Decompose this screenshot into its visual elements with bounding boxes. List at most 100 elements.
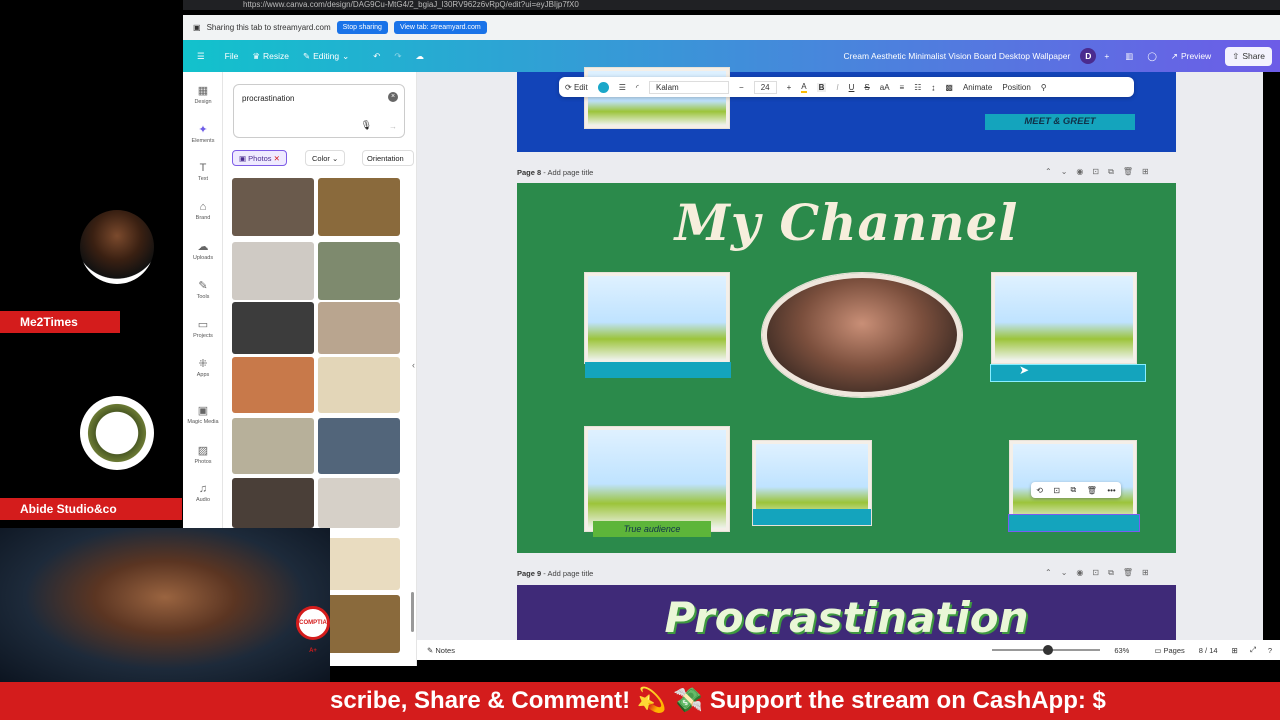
case-icon[interactable]: aA xyxy=(880,83,890,92)
font-select[interactable]: Kalam xyxy=(649,80,730,94)
collapse-panel-handle[interactable]: ‹ xyxy=(412,360,415,370)
rail-photos[interactable]: ▨ Photos xyxy=(183,444,223,465)
microphone-icon[interactable]: 🎙 xyxy=(361,120,372,131)
grid-view-icon[interactable]: ⊞ xyxy=(1232,646,1238,655)
font-size-input[interactable]: 24 xyxy=(753,80,777,94)
fullscreen-icon[interactable]: ⤢ xyxy=(1250,645,1256,655)
photo-thumbnail[interactable] xyxy=(318,538,400,590)
rail-brand[interactable]: ⌂ Brand xyxy=(183,201,223,221)
orientation-filter-chip[interactable]: Orientation xyxy=(362,150,414,166)
photo-thumbnail[interactable] xyxy=(232,178,314,236)
zoom-slider[interactable] xyxy=(992,645,1101,655)
chevron-up-icon[interactable]: ⌃ xyxy=(1045,167,1061,176)
delete-icon[interactable]: 🗑 xyxy=(1123,568,1142,577)
transparency-icon[interactable]: ▩ xyxy=(945,83,953,92)
photo-thumbnail[interactable] xyxy=(318,357,400,413)
photo-thumbnail[interactable] xyxy=(318,178,400,236)
strikethrough-icon[interactable]: S xyxy=(864,83,869,92)
clear-search-icon[interactable]: × xyxy=(388,92,398,102)
eye-icon[interactable]: ◉ xyxy=(1076,167,1092,176)
ribbon-banner-hover[interactable] xyxy=(990,364,1146,382)
rail-text[interactable]: T Text xyxy=(183,162,223,182)
align-icon[interactable]: ☰ xyxy=(619,83,626,92)
photo-thumbnail[interactable] xyxy=(232,418,314,474)
page-title-placeholder[interactable]: - Add page title xyxy=(543,168,593,177)
user-avatar[interactable]: D xyxy=(1080,48,1097,64)
rail-design[interactable]: ▦ Design xyxy=(183,84,223,105)
page-counter[interactable]: 8 / 14 xyxy=(1199,646,1218,655)
add-page-icon[interactable]: ⊞ xyxy=(1142,568,1158,577)
lock-icon[interactable]: ⊡ xyxy=(1092,568,1108,577)
photo-thumbnail[interactable] xyxy=(232,478,314,528)
insights-icon[interactable]: ▥ xyxy=(1125,51,1133,62)
image-frame[interactable] xyxy=(992,273,1136,363)
chevron-up-icon[interactable]: ⌃ xyxy=(1045,568,1061,577)
notes-button[interactable]: ✎ Notes xyxy=(427,646,455,655)
italic-icon[interactable]: I xyxy=(836,83,838,92)
duplicate-icon[interactable]: ⧉ xyxy=(1108,167,1123,176)
page-heading[interactable]: Procrastination xyxy=(517,593,1176,642)
true-audience-ribbon[interactable]: True audience xyxy=(593,521,711,537)
underline-icon[interactable]: U xyxy=(849,83,855,92)
page-8[interactable]: My Channel True audience ⟲ ⊡ ⧉ 🗑 ••• ➤ xyxy=(517,183,1176,553)
lock-icon[interactable]: ⊡ xyxy=(1092,167,1108,176)
delete-icon[interactable]: 🗑 xyxy=(1087,486,1097,495)
photo-thumbnail[interactable] xyxy=(318,242,400,300)
ribbon-banner[interactable] xyxy=(753,509,871,525)
chevron-down-icon[interactable]: ⌄ xyxy=(1061,167,1077,176)
chevron-down-icon[interactable]: ⌄ xyxy=(1061,568,1077,577)
paint-format-icon[interactable]: ⚲ xyxy=(1041,83,1047,92)
page-9-label[interactable]: Page 9 - Add page title xyxy=(517,569,593,578)
menu-icon[interactable]: ☰ xyxy=(197,51,205,62)
photo-thumbnail[interactable] xyxy=(232,242,314,300)
spacing-icon[interactable]: ↨ xyxy=(931,83,935,92)
rail-elements[interactable]: ✦ Elements xyxy=(183,123,223,144)
photo-thumbnail[interactable] xyxy=(318,595,400,653)
rail-uploads[interactable]: ☁ Uploads xyxy=(183,240,223,261)
panel-scrollbar[interactable] xyxy=(411,592,414,632)
bold-icon[interactable]: B xyxy=(816,82,827,92)
zoom-slider-knob[interactable] xyxy=(1042,645,1053,655)
duplicate-icon[interactable]: ⧉ xyxy=(1108,568,1123,577)
zoom-level[interactable]: 63% xyxy=(1114,646,1154,655)
url-bar[interactable]: https://www.canva.com/design/DAG9Cu-MtG4… xyxy=(183,0,1280,10)
rail-projects[interactable]: ▭ Projects xyxy=(183,318,223,339)
list-icon[interactable]: ☷ xyxy=(914,83,921,92)
editing-dropdown[interactable]: ✎ Editing ⌄ xyxy=(303,51,349,62)
meet-greet-banner[interactable]: MEET & GREET xyxy=(985,114,1135,130)
color-filter-chip[interactable]: Color ⌄ xyxy=(305,150,346,166)
color-swatch[interactable] xyxy=(597,81,609,93)
ribbon-banner[interactable] xyxy=(585,362,731,378)
redo-icon[interactable]: ↷ xyxy=(394,51,401,62)
photos-filter-chip[interactable]: ▣ Photos ✕ xyxy=(232,150,287,166)
curve-icon[interactable]: ◜ xyxy=(636,83,639,92)
rail-magic-media[interactable]: ▣ Magic Media xyxy=(183,404,223,425)
add-collaborator-icon[interactable]: + xyxy=(1104,51,1109,61)
text-color-icon[interactable]: A xyxy=(801,82,807,93)
image-frame[interactable] xyxy=(585,427,729,531)
page-heading[interactable]: My Channel xyxy=(517,193,1176,252)
design-title[interactable]: Cream Aesthetic Minimalist Vision Board … xyxy=(844,51,1071,61)
delete-icon[interactable]: 🗑 xyxy=(1123,167,1142,176)
comment-icon[interactable]: ◯ xyxy=(1147,51,1157,62)
add-page-icon[interactable]: ⊞ xyxy=(1142,167,1158,176)
rail-audio[interactable]: ♫ Audio xyxy=(183,483,223,503)
page-8-controls[interactable]: ⌃⌄◉⊡⧉🗑⊞ xyxy=(1045,167,1158,177)
search-input[interactable]: procrastination × 🎙 → xyxy=(233,84,405,138)
photo-thumbnail[interactable] xyxy=(318,418,400,474)
file-menu[interactable]: File xyxy=(225,51,239,61)
selected-ribbon-banner[interactable] xyxy=(1008,514,1140,532)
page-9-controls[interactable]: ⌃⌄◉⊡⧉🗑⊞ xyxy=(1045,568,1158,578)
rail-tools[interactable]: ✎ Tools xyxy=(183,279,223,300)
alignment-icon[interactable]: ≡ xyxy=(900,83,905,92)
position-button[interactable]: Position xyxy=(1002,83,1030,92)
edit-button[interactable]: ⟳ Edit xyxy=(565,83,588,92)
help-icon[interactable]: ? xyxy=(1268,646,1272,655)
preview-button[interactable]: ↗ Preview xyxy=(1171,51,1211,62)
stop-sharing-button[interactable]: Stop sharing xyxy=(336,21,388,34)
animate-button[interactable]: Animate xyxy=(963,83,992,92)
eye-icon[interactable]: ◉ xyxy=(1076,568,1092,577)
pages-button[interactable]: ▭ Pages xyxy=(1154,646,1184,655)
remove-filter-icon[interactable]: ✕ xyxy=(272,154,280,163)
rail-apps[interactable]: ⁜ Apps xyxy=(183,357,223,378)
